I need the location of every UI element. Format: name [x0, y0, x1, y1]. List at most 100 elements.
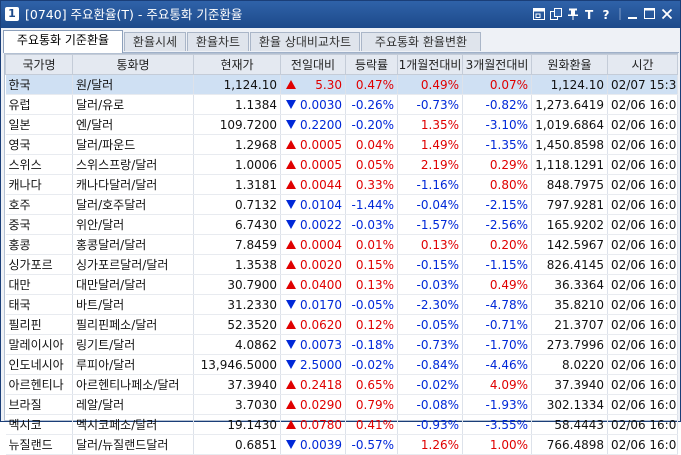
table-row[interactable]: 중국 위안/달러 6.7430 0.0022 -0.03% -1.57% -2.56% 165… — [5, 214, 678, 235]
header-3m-change[interactable]: 3개월전대비 — [462, 54, 532, 75]
cell-change: 0.0620 — [280, 314, 346, 335]
link-window-icon[interactable] — [532, 6, 546, 22]
cell-change: 0.0030 — [280, 94, 346, 115]
table-row[interactable]: 말레이시아 링기트/달러 4.0862 0.0073 -0.18% -0.73% -1.70… — [5, 334, 678, 355]
cell-price: 4.0862 — [193, 334, 281, 355]
cell-3m-change: -0.82% — [462, 94, 532, 115]
cell-price: 109.7200 — [193, 114, 281, 135]
table-body: 한국 원/달러 1,124.10 5.30 0.47% 0.49% 0.07% 1,124.1… — [5, 74, 678, 455]
cell-krw-rate: 797.9281 — [531, 194, 608, 215]
cell-price: 1,124.10 — [193, 74, 281, 95]
cell-rate: -1.44% — [345, 194, 398, 215]
cell-price: 30.7900 — [193, 274, 281, 295]
table-row[interactable]: 필리핀 필리핀페소/달러 52.3520 0.0620 0.12% -0.05% -0.71… — [5, 314, 678, 335]
minimize-icon[interactable] — [626, 6, 640, 22]
change-value: 0.0005 — [300, 157, 342, 172]
window-title: [0740] 주요환율(T) - 주요통화 기준환율 — [25, 7, 243, 22]
table-row[interactable]: 인도네시아 루피아/달러 13,946.5000 2.5000 -0.02% -0.84%… — [5, 354, 678, 375]
font-size-icon[interactable]: T — [583, 6, 597, 22]
cell-3m-change: 0.49% — [462, 274, 532, 295]
header-currency[interactable]: 통화명 — [72, 54, 194, 75]
cell-3m-change: -3.10% — [462, 114, 532, 135]
cell-country: 호주 — [5, 194, 73, 215]
cell-krw-rate: 1,019.6864 — [531, 114, 608, 135]
cell-time: 02/06 16:00 — [607, 274, 678, 295]
cell-rate: -0.03% — [345, 214, 398, 235]
change-value: 0.0044 — [300, 177, 342, 192]
close-icon[interactable] — [660, 6, 674, 22]
cell-3m-change: 0.20% — [462, 234, 532, 255]
exchange-rate-table: 국가명 통화명 현재가 전일대비 등락률 1개월전대비 3개월전대비 원화환율 … — [5, 54, 678, 455]
cell-currency: 달러/파운드 — [72, 134, 194, 155]
table-row[interactable]: 브라질 레알/달러 3.7030 0.0290 0.79% -0.08% -1.93% 302… — [5, 394, 678, 415]
table-row[interactable]: 캐나다 캐나다달러/달러 1.3181 0.0044 0.33% -1.16% 0.80% 8… — [5, 174, 678, 195]
cell-3m-change: 0.29% — [462, 154, 532, 175]
svg-text:?: ? — [603, 8, 610, 20]
table-row[interactable]: 영국 달러/파운드 1.2968 0.0005 0.04% 1.49% -1.35% 1,45… — [5, 134, 678, 155]
header-time[interactable]: 시간 — [607, 54, 678, 75]
header-1m-change[interactable]: 1개월전대비 — [397, 54, 463, 75]
header-price[interactable]: 현재가 — [193, 54, 281, 75]
tab-major-currency-base-rate[interactable]: 주요통화 기준환율 — [3, 30, 123, 53]
table-row[interactable]: 스위스 스위스프랑/달러 1.0006 0.0005 0.05% 2.19% 0.29% 1,… — [5, 154, 678, 175]
cell-1m-change: 2.19% — [397, 154, 463, 175]
down-triangle-icon — [286, 200, 296, 209]
cell-price: 31.2330 — [193, 294, 281, 315]
maximize-icon[interactable] — [643, 6, 657, 22]
table-row[interactable]: 뉴질랜드 달러/뉴질랜드달러 0.6851 0.0039 -0.57% 1.26% 1.00… — [5, 434, 678, 455]
cell-time: 02/06 16:00 — [607, 254, 678, 275]
down-triangle-icon — [286, 440, 296, 449]
header-country[interactable]: 국가명 — [5, 54, 73, 75]
header-rate[interactable]: 등락률 — [345, 54, 398, 75]
cell-1m-change: 1.35% — [397, 114, 463, 135]
cell-country: 인도네시아 — [5, 354, 73, 375]
cell-change: 2.5000 — [280, 354, 346, 375]
cell-time: 02/06 16:00 — [607, 314, 678, 335]
copy-icon[interactable] — [549, 6, 563, 22]
tab-currency-converter[interactable]: 주요통화 환율변환 — [361, 32, 481, 51]
cell-country: 캐나다 — [5, 174, 73, 195]
cell-rate: 0.15% — [345, 254, 398, 275]
cell-currency: 링기트/달러 — [72, 334, 194, 355]
cell-time: 02/06 16:00 — [607, 194, 678, 215]
cell-time: 02/06 16:00 — [607, 154, 678, 175]
tab-exchange-chart[interactable]: 환율차트 — [187, 32, 249, 51]
up-triangle-icon — [286, 180, 296, 189]
cell-price: 1.2968 — [193, 134, 281, 155]
cell-currency: 멕시코페소/달러 — [72, 414, 194, 435]
table-row[interactable]: 홍콩 홍콩달러/달러 7.8459 0.0004 0.01% 0.13% 0.20% 142.… — [5, 234, 678, 255]
cell-price: 1.3181 — [193, 174, 281, 195]
header-change[interactable]: 전일대비 — [280, 54, 346, 75]
cell-3m-change: 4.09% — [462, 374, 532, 395]
cell-time: 02/06 16:00 — [607, 354, 678, 375]
exchange-rate-grid[interactable]: 국가명 통화명 현재가 전일대비 등락률 1개월전대비 3개월전대비 원화환율 … — [4, 53, 678, 455]
cell-change: 0.0780 — [280, 414, 346, 435]
cell-currency: 필리핀페소/달러 — [72, 314, 194, 335]
title-bar[interactable]: 1 [0740] 주요환율(T) - 주요통화 기준환율 T ? — [1, 1, 680, 28]
help-icon[interactable]: ? — [600, 6, 614, 22]
pin-icon[interactable] — [566, 6, 580, 22]
cell-currency: 위안/달러 — [72, 214, 194, 235]
cell-country: 브라질 — [5, 394, 73, 415]
cell-change: 0.0039 — [280, 434, 346, 455]
table-row[interactable]: 아르헨티나 아르헨티나페소/달러 37.3940 0.2418 0.65% -0.02% 4… — [5, 374, 678, 395]
tab-exchange-quotes[interactable]: 환율시세 — [124, 32, 186, 51]
cell-country: 말레이시아 — [5, 334, 73, 355]
table-row[interactable]: 유럽 달러/유로 1.1384 0.0030 -0.26% -0.73% -0.82% 1,2… — [5, 94, 678, 115]
cell-country: 일본 — [5, 114, 73, 135]
cell-change: 0.0170 — [280, 294, 346, 315]
table-row[interactable]: 멕시코 멕시코페소/달러 19.1430 0.0780 0.41% -0.93% -3.55… — [5, 414, 678, 435]
tab-relative-compare-chart[interactable]: 환율 상대비교차트 — [250, 32, 360, 51]
table-row[interactable]: 태국 바트/달러 31.2330 0.0170 -0.05% -2.30% -4.78% 35… — [5, 294, 678, 315]
header-krw-rate[interactable]: 원화환율 — [531, 54, 608, 75]
cell-3m-change: -1.35% — [462, 134, 532, 155]
table-row[interactable]: 호주 달러/호주달러 0.7132 0.0104 -1.44% -0.04% -2.15% 7… — [5, 194, 678, 215]
table-row[interactable]: 싱가포르 싱가포르달러/달러 1.3538 0.0020 0.15% -0.15% -1.1… — [5, 254, 678, 275]
table-row[interactable]: 일본 엔/달러 109.7200 0.2200 -0.20% 1.35% -3.10% 1,0… — [5, 114, 678, 135]
cell-rate: -0.26% — [345, 94, 398, 115]
table-row[interactable]: 한국 원/달러 1,124.10 5.30 0.47% 0.49% 0.07% 1,124.1… — [5, 74, 678, 95]
cell-krw-rate: 1,450.8598 — [531, 134, 608, 155]
table-row[interactable]: 대만 대만달러/달러 30.7900 0.0400 0.13% -0.03% 0.49% 36… — [5, 274, 678, 295]
cell-1m-change: -0.03% — [397, 274, 463, 295]
change-value: 0.0290 — [300, 397, 342, 412]
